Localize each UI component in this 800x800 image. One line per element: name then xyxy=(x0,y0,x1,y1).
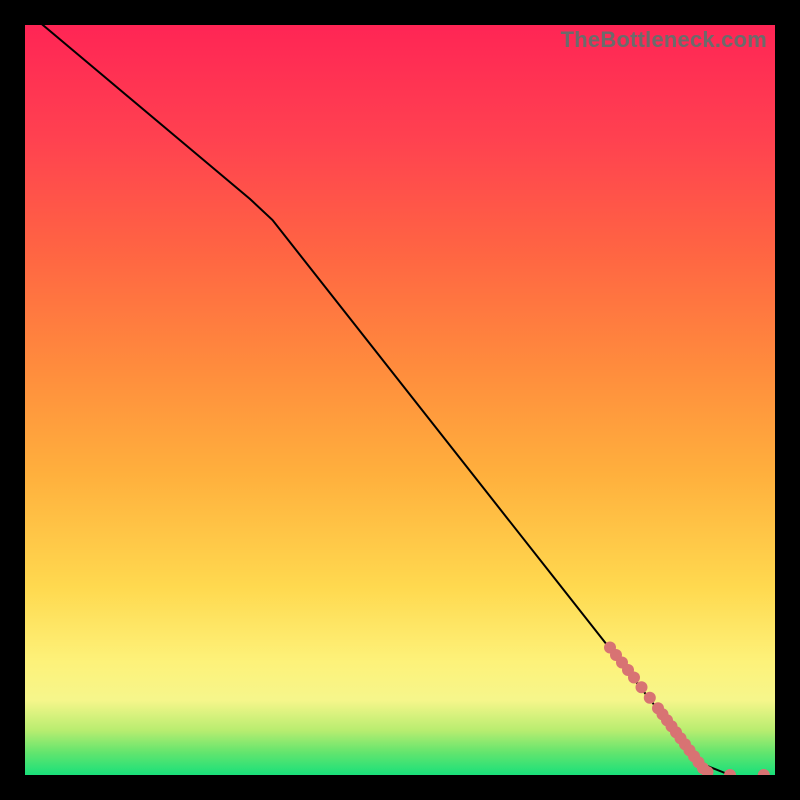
watermark-text: TheBottleneck.com xyxy=(561,27,767,53)
chart-frame: TheBottleneck.com xyxy=(25,25,775,775)
marker-dot xyxy=(644,692,656,704)
chart-svg xyxy=(25,25,775,775)
marker-dot xyxy=(636,681,648,693)
marker-dot xyxy=(628,672,640,684)
gradient-background xyxy=(25,25,775,775)
